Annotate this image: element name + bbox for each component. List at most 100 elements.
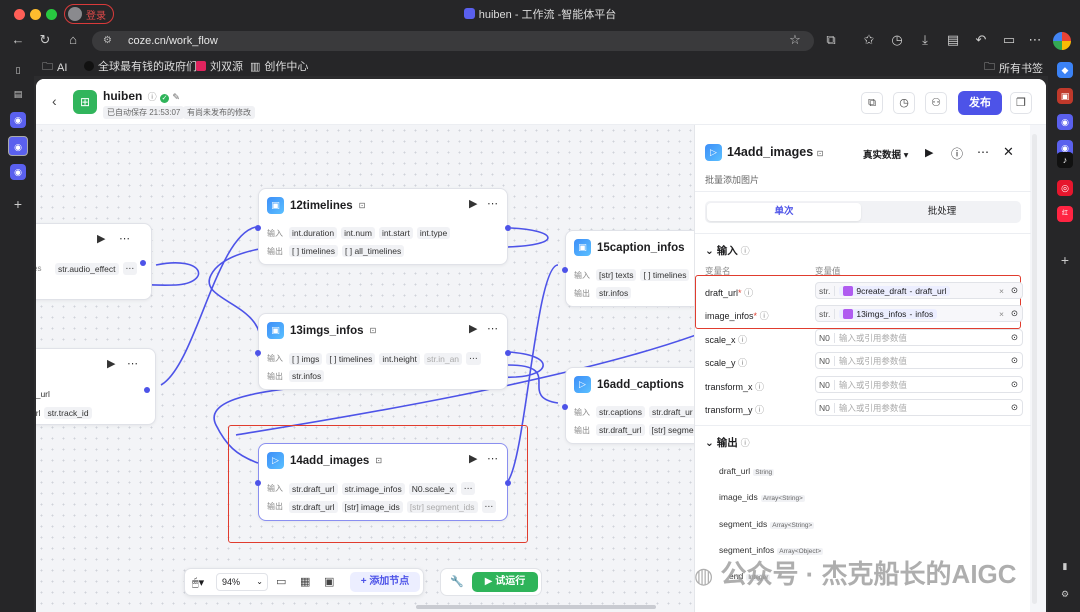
param-input-image-infos[interactable]: str. 13imgs_infos - infos × ⊙ (815, 305, 1023, 322)
run-icon[interactable]: ▶ (107, 357, 115, 370)
close-icon[interactable]: ✕ (1003, 144, 1014, 160)
back-icon[interactable]: ‹ (52, 93, 57, 109)
home-icon[interactable]: ⌂ (64, 32, 82, 47)
output-port[interactable] (140, 260, 146, 266)
copy-icon[interactable]: ⧉ (861, 92, 883, 114)
node-15caption-infos[interactable]: ▣ 15caption_infos 输入 [str] texts [ ] time… (562, 230, 705, 307)
mouse-mode-icon[interactable]: 🖱▾ (192, 576, 204, 590)
extensions-icon[interactable]: ⧉ (822, 32, 840, 48)
node-10[interactable]: ▶ ⋯ ft_url urlstr.track_id (36, 348, 156, 425)
input-port[interactable] (255, 480, 261, 486)
run-icon[interactable]: ▶ (925, 146, 933, 159)
output-port[interactable] (505, 350, 511, 356)
info-icon[interactable]: ⓘ (760, 311, 769, 321)
param-input-scale-x[interactable]: N0 输入或引用参数值 ⊙ (815, 329, 1023, 346)
run-icon[interactable]: ▶ (469, 452, 477, 465)
input-port[interactable] (562, 404, 568, 410)
bag-icon[interactable]: ▣ (1057, 88, 1073, 104)
add-node-button[interactable]: + 添加节点 (350, 572, 420, 592)
publish-button[interactable]: 发布 (958, 91, 1002, 115)
output-section-header[interactable]: ⌄ 输出 ⓘ (705, 435, 750, 450)
duplicate-icon[interactable]: ❐ (1010, 92, 1032, 114)
menu-icon[interactable]: ⋯ (1026, 32, 1044, 48)
clear-icon[interactable]: × (999, 309, 1004, 319)
more-icon[interactable]: ⋯ (127, 357, 138, 370)
info-icon[interactable]: ⓘ (738, 335, 747, 345)
add-app-icon[interactable]: + (1057, 252, 1073, 268)
reload-icon[interactable]: ↻ (36, 32, 54, 48)
download-icon[interactable]: ⤓ (916, 32, 934, 48)
xiaohongshu-icon[interactable]: 红 (1057, 206, 1073, 222)
input-port[interactable] (255, 350, 261, 356)
variable-picker-icon[interactable]: ⊙ (1011, 379, 1018, 390)
help-icon[interactable]: ⓘ (951, 145, 963, 162)
panel-scrollbar[interactable] (1032, 134, 1037, 604)
coze-tab-active-icon[interactable]: ◉ (8, 136, 28, 156)
edit-icon[interactable]: ✎ (172, 92, 180, 102)
more-icon[interactable]: ⋯ (487, 452, 498, 465)
history-icon[interactable]: ◷ (893, 92, 915, 114)
bookmark-liu[interactable]: 刘双源 (196, 58, 243, 74)
zoom-select[interactable]: 94% ⌄ (216, 573, 268, 591)
comment-icon[interactable]: ▭ (276, 575, 286, 588)
variable-picker-icon[interactable]: ⊙ (1011, 308, 1018, 319)
coze-tab-icon[interactable]: ◉ (10, 164, 26, 180)
more-icon[interactable]: ⋯ (119, 232, 130, 245)
info-icon[interactable]: ⓘ (755, 405, 764, 415)
canvas-scrollbar[interactable] (416, 605, 656, 609)
input-port[interactable] (255, 225, 261, 231)
bookmark-star-icon[interactable]: ☆ (786, 32, 804, 48)
node-14add-images[interactable]: ▷ 14add_images ⊡ ▶ ⋯ 输入 str.draft_url str.… (255, 443, 511, 521)
settings-icon[interactable]: ⚙ (1057, 586, 1073, 602)
favorites-icon[interactable]: ✩ (860, 32, 878, 48)
workflow-canvas[interactable]: ▶ ⋯ esstr.audio_effect⋯ ▶ ⋯ ft_url urlst… (36, 125, 705, 612)
run-icon[interactable]: ▶ (469, 322, 477, 335)
variable-picker-icon[interactable]: ⊙ (1011, 285, 1018, 296)
node-11[interactable]: ▶ ⋯ esstr.audio_effect⋯ (36, 223, 152, 300)
back-icon[interactable]: ← (9, 32, 27, 47)
all-bookmarks[interactable]: 🗀 所有书签 (984, 58, 1043, 77)
undo-icon[interactable]: ↶ (972, 32, 990, 48)
variable-picker-icon[interactable]: ⊙ (1011, 355, 1018, 366)
info-icon[interactable]: ⓘ (741, 438, 750, 448)
google-icon[interactable] (1053, 32, 1071, 50)
collaborators-icon[interactable]: ⚇ (925, 92, 947, 114)
output-port[interactable] (144, 387, 150, 393)
add-tab-icon[interactable]: + (10, 196, 26, 212)
input-section-header[interactable]: ⌄ 输入 ⓘ (705, 243, 750, 258)
test-run-button[interactable]: ▶ 试运行 (472, 572, 538, 592)
bookmark-ai[interactable]: 🗀 AI (42, 58, 67, 77)
clear-icon[interactable]: × (999, 286, 1004, 296)
site-settings-icon[interactable]: ⚙ (103, 35, 112, 46)
node-16add-captions[interactable]: ▷ 16add_captions 输入 str.captions str.draf… (562, 367, 705, 444)
more-icon[interactable]: ⋯ (487, 322, 498, 335)
bookmark-govt[interactable]: 全球最有钱的政府们... (84, 58, 206, 74)
info-icon[interactable]: ⓘ (741, 246, 750, 256)
tiktok-icon[interactable]: ♪ (1057, 152, 1073, 168)
node-13imgs-infos[interactable]: ▣ 13imgs_infos ⊡ ▶ ⋯ 输入 [ ] imgs [ ] timel… (255, 313, 511, 390)
coze-icon[interactable]: ◉ (1057, 114, 1073, 130)
tab-batch[interactable]: 批处理 (865, 203, 1019, 221)
wrench-icon[interactable]: 🔧 (450, 575, 464, 588)
run-icon[interactable]: ▶ (469, 197, 477, 210)
info-icon[interactable]: ⓘ (148, 92, 157, 102)
input-port[interactable] (562, 267, 568, 273)
panel-icon[interactable]: ▮ (1057, 558, 1073, 574)
bookmark-create[interactable]: ▥ 创作中心 (250, 58, 308, 74)
coze-tab-icon[interactable]: ◉ (10, 112, 26, 128)
minimap-icon[interactable]: ▣ (324, 575, 334, 588)
info-icon[interactable]: ⓘ (755, 382, 764, 392)
tab-icon[interactable]: ▤ (10, 86, 26, 102)
wallet-icon[interactable]: ▭ (1000, 32, 1018, 48)
run-icon[interactable]: ▶ (97, 232, 105, 245)
param-input-transform-y[interactable]: N0 输入或引用参数值 ⊙ (815, 399, 1023, 416)
history-icon[interactable]: ◷ (888, 32, 906, 48)
reader-icon[interactable]: ▤ (944, 32, 962, 48)
info-icon[interactable]: ⓘ (744, 288, 753, 298)
param-input-transform-x[interactable]: N0 输入或引用参数值 ⊙ (815, 376, 1023, 393)
node-12timelines[interactable]: ▣ 12timelines ⊡ ▶ ⋯ 输入 int.duration int.nu… (255, 188, 511, 265)
param-input-draft-url[interactable]: str. 9create_draft - draft_url × ⊙ (815, 282, 1023, 299)
sidebar-toggle-icon[interactable]: ▯ (10, 62, 26, 78)
tag-icon[interactable]: ◆ (1057, 62, 1073, 78)
info-icon[interactable]: ⓘ (738, 358, 747, 368)
